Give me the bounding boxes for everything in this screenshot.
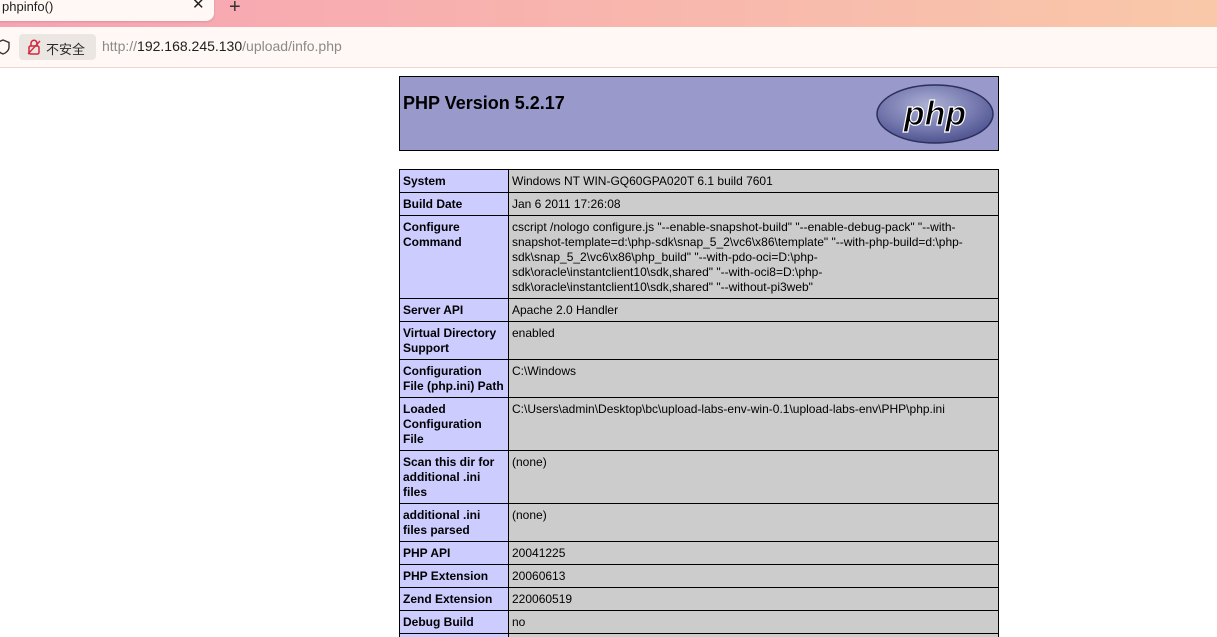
page-content: PHP Version 5.2.17 php System Windows NT … (0, 68, 1217, 637)
row-value: (none) (508, 450, 999, 504)
row-key: System (399, 169, 509, 193)
row-key: additional .ini files parsed (399, 503, 509, 542)
row-key: Configuration File (php.ini) Path (399, 359, 509, 398)
row-value: cscript /nologo configure.js "--enable-s… (508, 215, 999, 299)
new-tab-button[interactable]: + (229, 0, 241, 17)
row-value: C:\Windows (508, 359, 999, 398)
row-key: Virtual Directory Support (399, 321, 509, 360)
shield-icon[interactable] (0, 39, 10, 55)
page-title: PHP Version 5.2.17 (403, 93, 565, 113)
table-row: Virtual Directory Support enabled (399, 321, 999, 360)
table-row: System Windows NT WIN-GQ60GPA020T 6.1 bui… (399, 169, 999, 193)
row-value: enabled (508, 321, 999, 360)
php-version-header: PHP Version 5.2.17 php (399, 76, 999, 151)
url-field[interactable]: http://192.168.245.130/upload/info.php (102, 38, 342, 54)
table-row: Configure Command cscript /nologo configu… (399, 215, 999, 299)
row-key: Loaded Configuration File (399, 397, 509, 451)
php-logo[interactable]: php (875, 83, 995, 145)
row-value: 220060519 (508, 587, 999, 611)
row-key: PHP API (399, 541, 509, 565)
php-info-table: System Windows NT WIN-GQ60GPA020T 6.1 bui… (399, 169, 999, 637)
tab-strip: phpinfo() ✕ + (0, 0, 1217, 27)
security-label: 不安全 (46, 42, 86, 57)
table-row: additional .ini files parsed (none) (399, 503, 999, 542)
row-value: enabled (508, 633, 999, 637)
row-key: Scan this dir for additional .ini files (399, 450, 509, 504)
address-bar: 不安全 http://192.168.245.130/upload/info.p… (0, 27, 1217, 68)
tab-phpinfo[interactable]: phpinfo() ✕ (0, 0, 214, 21)
row-key: Configure Command (399, 215, 509, 299)
row-value: 20060613 (508, 564, 999, 588)
table-row: Scan this dir for additional .ini files(… (399, 450, 999, 504)
table-row: Thread Safetyenabled (399, 633, 999, 637)
row-key: PHP Extension (399, 564, 509, 588)
table-row: PHP Extension 20060613 (399, 564, 999, 588)
row-value: Jan 6 2011 17:26:08 (508, 192, 999, 216)
security-indicator[interactable]: 不安全 (19, 34, 96, 60)
url-path: /upload/info.php (242, 38, 342, 54)
row-key: Debug Build (399, 610, 509, 634)
insecure-lock-icon (27, 39, 41, 55)
table-row: Build Date Jan 6 2011 17:26:08 (399, 192, 999, 216)
close-icon[interactable]: ✕ (192, 0, 205, 13)
table-row: Server API Apache 2.0 Handler (399, 298, 999, 322)
row-key: Zend Extension (399, 587, 509, 611)
php-logo-text: php (903, 95, 966, 133)
table-row: Loaded Configuration File C:\Users\admin\… (399, 397, 999, 451)
row-key: Server API (399, 298, 509, 322)
table-row: Configuration File (php.ini) Path C:\Wind… (399, 359, 999, 398)
row-value: no (508, 610, 999, 634)
row-key: Build Date (399, 192, 509, 216)
table-row: Zend Extension 220060519 (399, 587, 999, 611)
row-value: C:\Users\admin\Desktop\bc\upload-labs-en… (508, 397, 999, 451)
url-host: 192.168.245.130 (137, 38, 243, 54)
url-scheme: http:// (102, 38, 138, 54)
row-value: 20041225 (508, 541, 999, 565)
table-row: PHP API 20041225 (399, 541, 999, 565)
table-row: Debug Build no (399, 610, 999, 634)
tab-title: phpinfo() (2, 0, 54, 14)
row-value: (none) (508, 503, 999, 542)
row-value: Windows NT WIN-GQ60GPA020T 6.1 build 760… (508, 169, 999, 193)
row-value: Apache 2.0 Handler (508, 298, 999, 322)
row-key: Thread Safety (399, 633, 509, 637)
